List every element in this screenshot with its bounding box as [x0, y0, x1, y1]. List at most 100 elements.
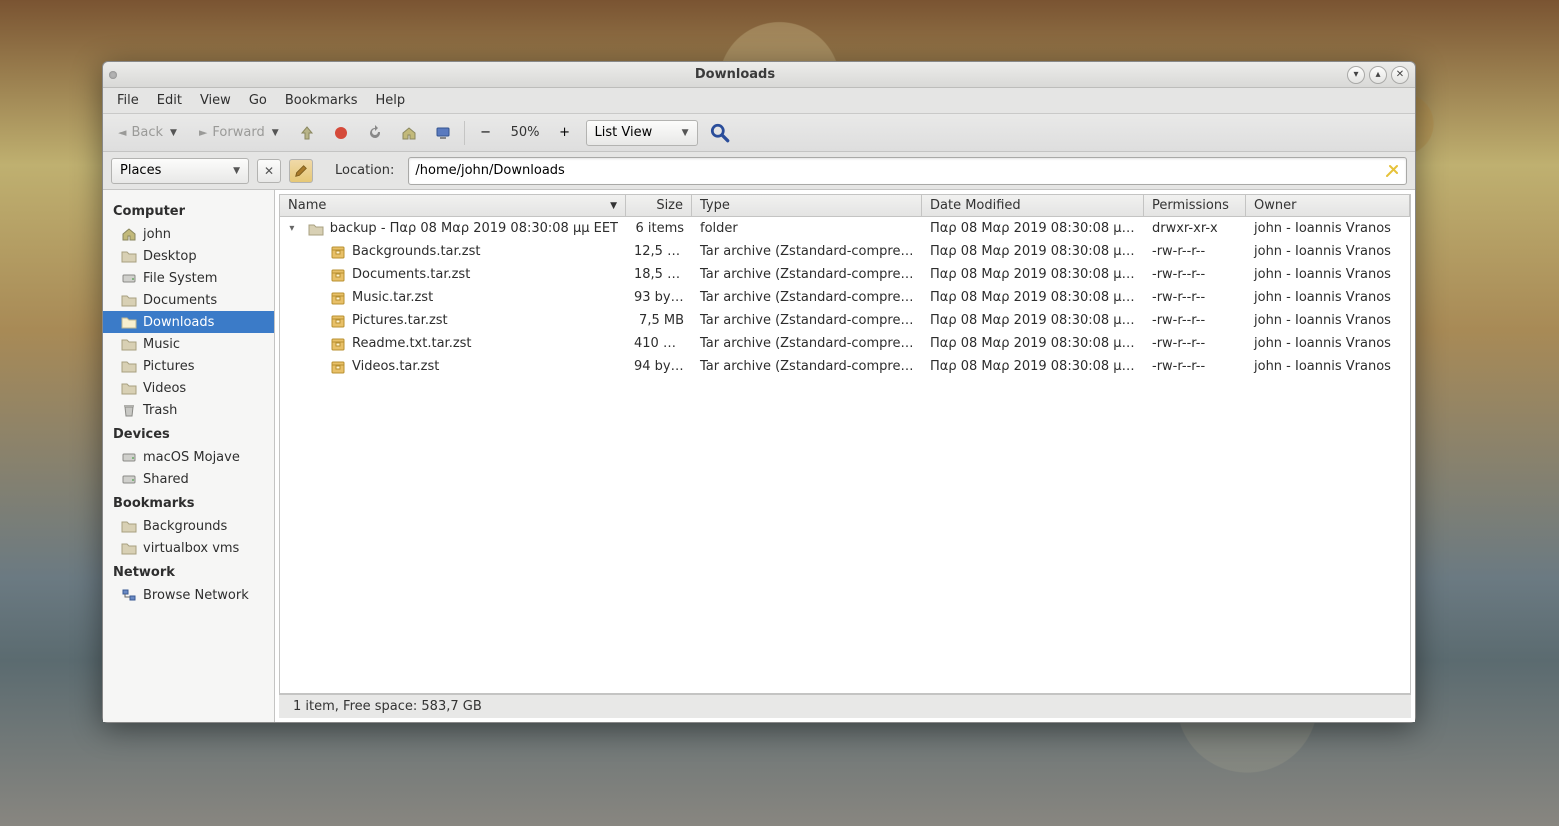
sidebar-header-network: Network — [103, 559, 274, 584]
sidebar-header-computer: Computer — [103, 198, 274, 223]
archive-icon — [330, 244, 346, 260]
menubar: File Edit View Go Bookmarks Help — [103, 88, 1415, 114]
menu-bookmarks[interactable]: Bookmarks — [277, 90, 366, 111]
column-name[interactable]: Name▼ — [280, 195, 626, 216]
sidebar-item-john[interactable]: john — [103, 223, 274, 245]
sidebar-item-browse-network[interactable]: Browse Network — [103, 584, 274, 606]
location-input[interactable] — [415, 163, 1384, 178]
column-date[interactable]: Date Modified — [922, 195, 1144, 216]
sidebar-item-icon — [121, 540, 137, 556]
back-arrow-icon: ◄ — [118, 126, 126, 139]
home-icon — [401, 125, 417, 141]
file-permissions: drwxr-xr-x — [1144, 221, 1246, 236]
file-date: Παρ 08 Μαρ 2019 08:30:08 μμ EET — [922, 359, 1144, 374]
file-row[interactable]: Readme.txt.tar.zst410 bytesTar archive (… — [280, 332, 1410, 355]
close-button[interactable]: ✕ — [1391, 66, 1409, 84]
file-owner: john - Ioannis Vranos — [1246, 313, 1410, 328]
file-list-pane: Name▼ Size Type Date Modified Permission… — [275, 190, 1415, 722]
file-row[interactable]: Documents.tar.zst18,5 MBTar archive (Zst… — [280, 263, 1410, 286]
clear-location-icon[interactable] — [1384, 163, 1400, 179]
reload-button[interactable] — [362, 120, 388, 146]
menu-view[interactable]: View — [192, 90, 239, 111]
file-owner: john - Ioannis Vranos — [1246, 290, 1410, 305]
pencil-icon — [294, 164, 308, 178]
computer-icon — [435, 125, 451, 141]
file-row[interactable]: Backgrounds.tar.zst12,5 MBTar archive (Z… — [280, 240, 1410, 263]
sidebar-item-shared[interactable]: Shared — [103, 468, 274, 490]
file-name: backup - Παρ 08 Μαρ 2019 08:30:08 μμ EET — [330, 221, 618, 236]
location-row: Places ▼ ✕ Location: — [103, 152, 1415, 190]
reload-icon — [367, 125, 383, 141]
location-entry[interactable] — [408, 157, 1407, 185]
close-side-pane-button[interactable]: ✕ — [257, 159, 281, 183]
column-permissions[interactable]: Permissions — [1144, 195, 1246, 216]
sidebar-item-label: Videos — [143, 381, 186, 396]
sidebar-item-videos[interactable]: Videos — [103, 377, 274, 399]
file-name: Readme.txt.tar.zst — [352, 336, 472, 351]
file-row[interactable]: Pictures.tar.zst7,5 MBTar archive (Zstan… — [280, 309, 1410, 332]
sidebar-item-downloads[interactable]: Downloads — [103, 311, 274, 333]
search-button[interactable] — [706, 119, 734, 147]
column-size[interactable]: Size — [626, 195, 692, 216]
file-size: 7,5 MB — [626, 313, 692, 328]
file-row[interactable]: Videos.tar.zst94 bytesTar archive (Zstan… — [280, 355, 1410, 378]
file-rows[interactable]: ▾ backup - Παρ 08 Μαρ 2019 08:30:08 μμ EE… — [280, 217, 1410, 693]
sidebar-item-label: File System — [143, 271, 217, 286]
menu-help[interactable]: Help — [367, 90, 413, 111]
file-type: Tar archive (Zstandard-compressed) — [692, 313, 922, 328]
sidebar-item-macos-mojave[interactable]: macOS Mojave — [103, 446, 274, 468]
file-date: Παρ 08 Μαρ 2019 08:30:08 μμ EET — [922, 313, 1144, 328]
sidebar-item-icon — [121, 402, 137, 418]
zoom-out-button[interactable]: − — [473, 120, 499, 146]
sidebar: Computer johnDesktop File System Documents… — [103, 190, 275, 722]
places-combo[interactable]: Places ▼ — [111, 158, 249, 184]
zoom-level: 50% — [507, 125, 544, 140]
sidebar-item-documents[interactable]: Documents — [103, 289, 274, 311]
search-icon — [709, 122, 731, 144]
titlebar[interactable]: Downloads ▾ ▴ ✕ — [103, 62, 1415, 88]
menu-go[interactable]: Go — [241, 90, 275, 111]
edit-location-toggle[interactable] — [289, 159, 313, 183]
file-row[interactable]: ▾ backup - Παρ 08 Μαρ 2019 08:30:08 μμ EE… — [280, 217, 1410, 240]
view-mode-select[interactable]: List View ▼ — [586, 120, 698, 146]
sidebar-item-label: Downloads — [143, 315, 214, 330]
sidebar-item-file-system[interactable]: File System — [103, 267, 274, 289]
sidebar-item-icon — [121, 358, 137, 374]
home-button[interactable] — [396, 120, 422, 146]
file-type: Tar archive (Zstandard-compressed) — [692, 267, 922, 282]
expander-icon[interactable]: ▾ — [288, 223, 296, 234]
maximize-button[interactable]: ▴ — [1369, 66, 1387, 84]
sidebar-item-music[interactable]: Music — [103, 333, 274, 355]
stop-icon — [333, 125, 349, 141]
sidebar-item-backgrounds[interactable]: Backgrounds — [103, 515, 274, 537]
zoom-in-button[interactable]: + — [552, 120, 578, 146]
location-label: Location: — [321, 163, 400, 178]
file-row[interactable]: Music.tar.zst93 bytesTar archive (Zstand… — [280, 286, 1410, 309]
file-permissions: -rw-r--r-- — [1144, 359, 1246, 374]
file-name: Documents.tar.zst — [352, 267, 470, 282]
menu-edit[interactable]: Edit — [149, 90, 190, 111]
menu-file[interactable]: File — [109, 90, 147, 111]
sidebar-item-label: Music — [143, 337, 180, 352]
archive-icon — [330, 290, 346, 306]
file-date: Παρ 08 Μαρ 2019 08:30:08 μμ EET — [922, 244, 1144, 259]
back-button[interactable]: ◄ Back ▼ — [111, 120, 184, 146]
file-size: 93 bytes — [626, 290, 692, 305]
sidebar-item-virtualbox-vms[interactable]: virtualbox vms — [103, 537, 274, 559]
folder-icon — [308, 221, 324, 237]
stop-button[interactable] — [328, 120, 354, 146]
up-arrow-icon — [299, 125, 315, 141]
minimize-button[interactable]: ▾ — [1347, 66, 1365, 84]
sidebar-item-icon — [121, 248, 137, 264]
computer-button[interactable] — [430, 120, 456, 146]
file-date: Παρ 08 Μαρ 2019 08:30:08 μμ EET — [922, 267, 1144, 282]
up-button[interactable] — [294, 120, 320, 146]
sidebar-item-pictures[interactable]: Pictures — [103, 355, 274, 377]
forward-button[interactable]: ► Forward ▼ — [192, 120, 286, 146]
sidebar-item-desktop[interactable]: Desktop — [103, 245, 274, 267]
column-owner[interactable]: Owner — [1246, 195, 1410, 216]
sidebar-item-trash[interactable]: Trash — [103, 399, 274, 421]
window-menu-icon[interactable] — [109, 71, 117, 79]
column-type[interactable]: Type — [692, 195, 922, 216]
file-manager-window: Downloads ▾ ▴ ✕ File Edit View Go Bookma… — [102, 61, 1416, 723]
